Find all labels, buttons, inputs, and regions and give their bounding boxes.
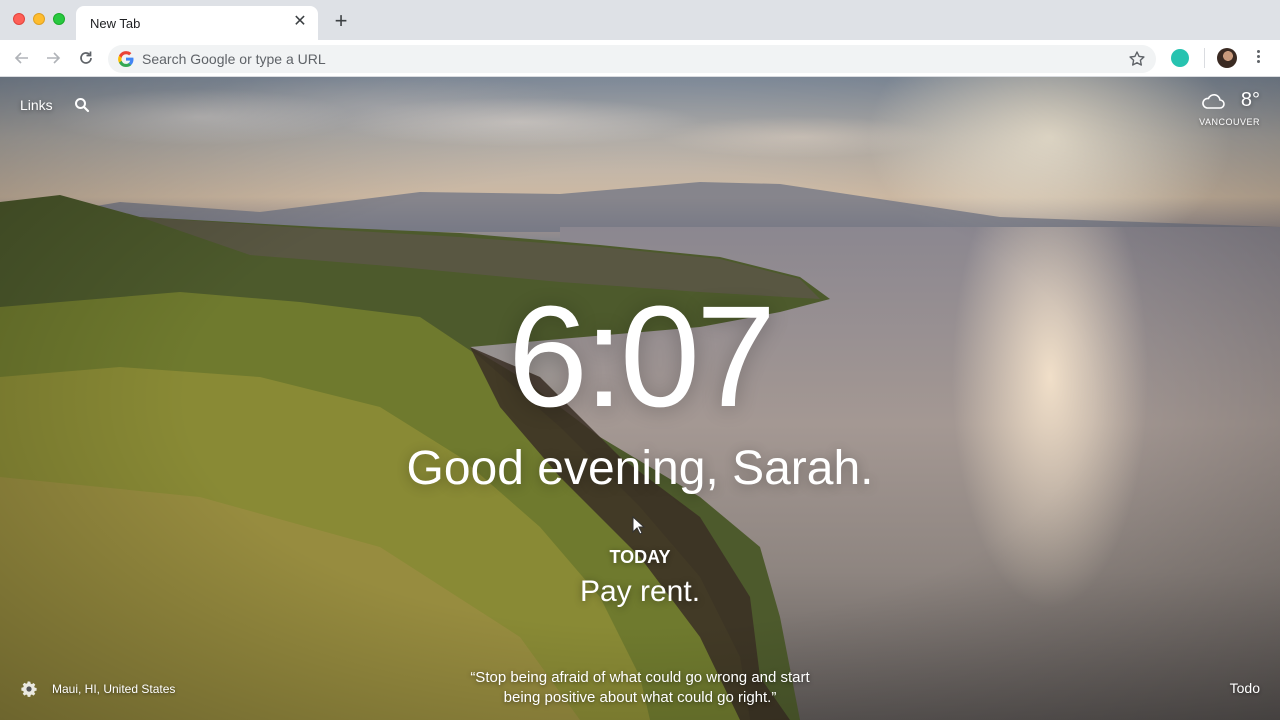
toolbar-divider [1204,48,1205,68]
new-tab-button[interactable]: + [331,10,351,32]
forward-arrow-icon[interactable] [44,49,62,67]
greeting-text: Good evening, Sarah. [406,442,874,495]
omnibox-input[interactable]: Search Google or type a URL [142,51,326,67]
quote-line-2: being positive about what could go right… [503,689,777,706]
quote-line-1: “Stop being afraid of what could go wron… [470,669,810,686]
back-arrow-icon[interactable] [13,49,31,67]
maximize-window-button[interactable] [53,13,65,25]
profile-avatar[interactable] [1217,48,1237,68]
tab-strip: New Tab ✕ + [0,0,1280,40]
dashboard: Links 8° VANCOUVER 6:07 Good evening, Sa… [0,77,1280,720]
daily-quote[interactable]: “Stop being afraid of what could go wron… [420,668,860,708]
weather-temperature: 8° [1240,89,1260,111]
extension-icon[interactable] [1171,49,1189,67]
weather-city: VANCOUVER [1199,117,1260,127]
gear-icon[interactable] [20,680,38,698]
todo-button[interactable]: Todo [1230,680,1260,696]
browser-toolbar: Search Google or type a URL [0,40,1280,77]
weather-widget[interactable]: 8° VANCOUVER [1170,89,1260,131]
tab-title: New Tab [90,16,141,31]
bookmark-star-icon[interactable] [1128,50,1146,68]
cloud-icon [1202,94,1225,109]
photo-location[interactable]: Maui, HI, United States [52,682,175,696]
links-button[interactable]: Links [20,97,53,113]
focus-label: TODAY [609,547,671,567]
menu-dots-icon[interactable] [1253,48,1263,68]
reload-icon[interactable] [77,49,95,67]
clock-time[interactable]: 6:07 [0,282,1280,432]
mouse-cursor-icon [632,516,646,535]
tab-new-tab[interactable]: New Tab ✕ [76,6,318,40]
close-window-button[interactable] [13,13,25,25]
minimize-window-button[interactable] [33,13,45,25]
google-logo-icon [118,51,134,67]
search-icon[interactable] [74,97,90,113]
omnibox[interactable]: Search Google or type a URL [108,45,1156,73]
tab-close-icon[interactable]: ✕ [292,14,308,30]
focus-task[interactable]: Pay rent. [0,575,1280,609]
